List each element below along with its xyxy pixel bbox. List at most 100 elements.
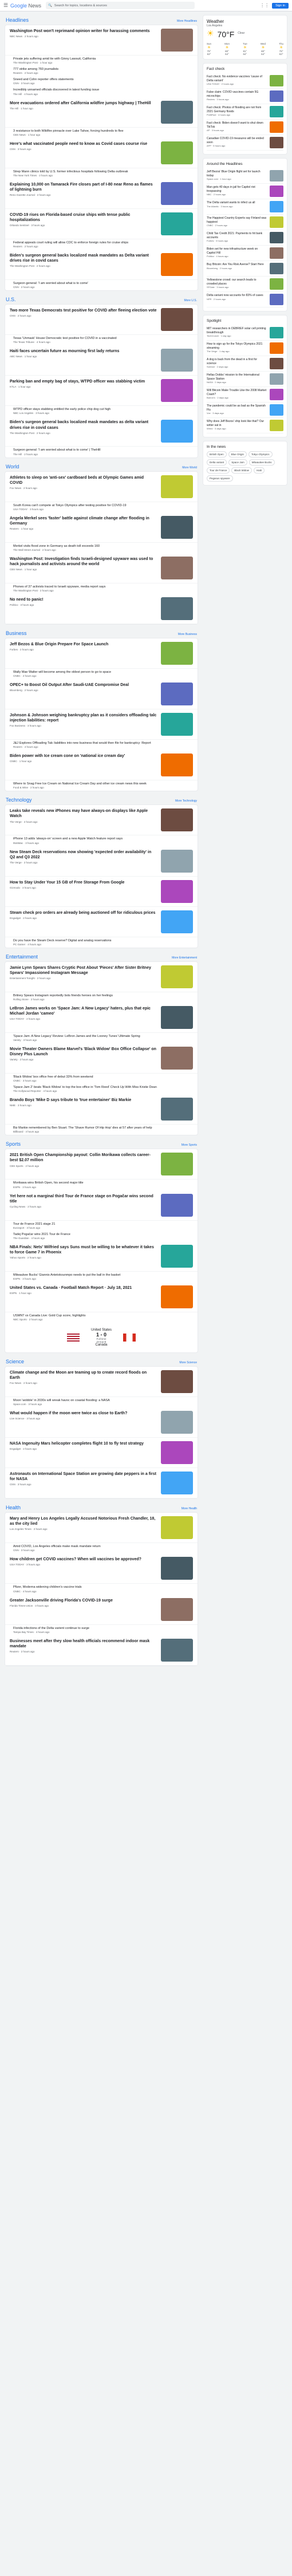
panel-item-thumbnail[interactable] bbox=[270, 278, 283, 290]
story[interactable]: Brando Boyz 'Mike D says tribute to 'tru… bbox=[5, 1094, 198, 1125]
panel-item-thumbnail[interactable] bbox=[270, 263, 283, 274]
story-thumbnail[interactable] bbox=[161, 597, 193, 620]
story-title[interactable]: Businesses meet after they slow health o… bbox=[10, 1639, 157, 1649]
panel-item[interactable]: How to sign up for the Tokyo Olympics 20… bbox=[207, 341, 283, 356]
related-story[interactable]: Biz Markie remembered by Ben Stuart. The… bbox=[5, 1125, 198, 1135]
panel-item-thumbnail[interactable] bbox=[270, 389, 283, 400]
story-title[interactable]: Jamie Lynn Spears Shares Cryptic Post Ab… bbox=[10, 965, 157, 976]
topic-chip[interactable]: British Open bbox=[207, 451, 227, 457]
story-title[interactable]: Parking ban and empty bag of stays, WTPD… bbox=[10, 379, 157, 384]
story[interactable]: Here's what vaccinated people need to kn… bbox=[5, 138, 198, 168]
more-link[interactable]: More Technology bbox=[175, 799, 197, 803]
related-story[interactable]: Do you have the Steam Deck reserve? Digi… bbox=[5, 937, 198, 948]
story[interactable]: No need to panic! Politico · 3 hours ago bbox=[5, 594, 198, 624]
match-score[interactable]: United States 1 - 0 Full time Group B Canada bbox=[5, 1323, 198, 1352]
topic-chip[interactable]: Milwaukee Bucks bbox=[248, 459, 275, 466]
panel-item-title[interactable]: The pandemic could be as bad as the Span… bbox=[207, 404, 266, 412]
story-title[interactable]: Two more Texas Democrats test positive f… bbox=[10, 308, 157, 313]
story[interactable]: Astronauts on International Space Statio… bbox=[5, 1468, 198, 1499]
story[interactable]: Biden power with Ice cream cone on 'nati… bbox=[5, 750, 198, 781]
related-title[interactable]: Incredibly unnamed officials discovered … bbox=[13, 88, 193, 92]
related-title[interactable]: 'Space Jam 2' beats 'Black Widow' to top… bbox=[13, 1086, 193, 1090]
story-thumbnail[interactable] bbox=[161, 1441, 193, 1465]
story-title[interactable]: Biden's surgeon general backs localized … bbox=[10, 253, 157, 263]
section-title[interactable]: Business bbox=[6, 630, 27, 636]
story-title[interactable]: More evacuations ordered after Californi… bbox=[10, 101, 157, 106]
related-story[interactable]: Milwaukee Bucks' Giannis Antetokounmpo n… bbox=[5, 1272, 198, 1282]
related-story[interactable]: Florida infections of the Delta varient … bbox=[5, 1625, 198, 1635]
related-story[interactable]: Federal appeals court ruling will allow … bbox=[5, 239, 198, 250]
story-thumbnail[interactable] bbox=[161, 713, 193, 736]
panel-item[interactable]: Fact check: Biden doesn't want to shut d… bbox=[207, 120, 283, 135]
related-title[interactable]: Milwaukee Bucks' Giannis Antetokounmpo n… bbox=[13, 1273, 193, 1277]
more-link[interactable]: More Health bbox=[181, 1507, 197, 1510]
story-title[interactable]: Jeff Bezos & Blue Origin Prepare For Spa… bbox=[10, 642, 157, 647]
panel-item-thumbnail[interactable] bbox=[270, 121, 283, 133]
story[interactable]: NBA Finals: Nets' Wilfried says Suns mus… bbox=[5, 1241, 198, 1272]
related-story[interactable]: Texas 'Unmask' House Democratic test pos… bbox=[5, 335, 198, 345]
related-story[interactable]: 3 resistance to both Wildfire pinnacle o… bbox=[5, 128, 198, 138]
panel-item-title[interactable]: Fact check: Photos of flooding are not f… bbox=[207, 106, 261, 113]
story-thumbnail[interactable] bbox=[161, 1370, 193, 1394]
story-title[interactable]: LeBron James works on 'Space Jam: A New … bbox=[10, 1006, 157, 1016]
related-story[interactable]: Incredibly unnamed officials discovered … bbox=[5, 86, 198, 97]
related-story[interactable]: Phones of 37 activists traced to Israeli… bbox=[5, 583, 198, 594]
story[interactable]: Greater Jacksonville driving Florida's C… bbox=[5, 1595, 198, 1625]
panel-item-thumbnail[interactable] bbox=[270, 201, 283, 212]
story-thumbnail[interactable] bbox=[161, 349, 193, 372]
panel-item[interactable]: Child Tax Credit 2021: Payments to hit b… bbox=[207, 230, 283, 246]
related-title[interactable]: 'Black Widow' box office free of debut 3… bbox=[13, 1075, 193, 1079]
story[interactable]: Jeff Bezos & Blue Origin Prepare For Spa… bbox=[5, 638, 198, 669]
panel-item-thumbnail[interactable] bbox=[270, 358, 283, 369]
related-title[interactable]: Federal appeals court ruling will allow … bbox=[13, 241, 193, 245]
sign-in-button[interactable]: Sign in bbox=[272, 2, 289, 9]
panel-item[interactable]: Delta variant now accounts for 83% of ca… bbox=[207, 292, 283, 307]
panel-item-title[interactable]: Delta variant now accounts for 83% of ca… bbox=[207, 294, 263, 297]
story[interactable]: NASA Ingenuity Mars helicopter completes… bbox=[5, 1438, 198, 1469]
story[interactable]: Biden's surgeon general backs localized … bbox=[5, 416, 198, 447]
related-title[interactable]: Texas 'Unmask' House Democratic test pos… bbox=[13, 337, 193, 341]
related-title[interactable]: iPhone 13 adds 'always-on' screen and a … bbox=[13, 837, 193, 841]
related-title[interactable]: South Korea can't compete at Tokyo Olymp… bbox=[13, 504, 193, 508]
related-story[interactable]: Amid COVID, Los Angeles officials make m… bbox=[5, 1543, 198, 1553]
panel-item-thumbnail[interactable] bbox=[270, 327, 283, 338]
panel-item[interactable]: Yellowstone crowd: our search leads to c… bbox=[207, 277, 283, 292]
story-title[interactable]: Angela Merkel sees 'faster' battle again… bbox=[10, 516, 157, 526]
panel-item[interactable]: Jeff Bezos' Blue Origin flight set for l… bbox=[207, 168, 283, 184]
story-thumbnail[interactable] bbox=[161, 212, 193, 235]
story-thumbnail[interactable] bbox=[161, 1285, 193, 1308]
story[interactable]: Haiti faces uncertain future as mourning… bbox=[5, 345, 198, 376]
section-title[interactable]: Entertainment bbox=[6, 954, 38, 960]
related-story[interactable]: USMNT vs Canada Live: Gold Cup score, hi… bbox=[5, 1312, 198, 1323]
story[interactable]: More evacuations ordered after Californi… bbox=[5, 97, 198, 128]
panel-item-thumbnail[interactable] bbox=[270, 75, 283, 86]
story-thumbnail[interactable] bbox=[161, 556, 193, 579]
panel-item-thumbnail[interactable] bbox=[270, 216, 283, 228]
story-thumbnail[interactable] bbox=[161, 1244, 193, 1268]
story[interactable]: Leaks take reveals new iPhones may have … bbox=[5, 805, 198, 836]
story[interactable]: Climate change and the Moon are teaming … bbox=[5, 1367, 198, 1398]
story-title[interactable]: Haiti faces uncertain future as mourning… bbox=[10, 349, 157, 354]
related-title[interactable]: Biz Markie remembered by Ben Stuart. The… bbox=[13, 1126, 193, 1130]
panel-item[interactable]: The Happiest Country Experts say Finland… bbox=[207, 215, 283, 230]
story-thumbnail[interactable] bbox=[161, 1098, 193, 1121]
panel-item-title[interactable]: Yellowstone crowd: our search leads to c… bbox=[207, 278, 257, 286]
related-title[interactable]: Sneed and Cohn reporter offers statement… bbox=[13, 78, 193, 82]
related-story[interactable]: Where to Snag Free Ice Cream on National… bbox=[5, 780, 198, 791]
story[interactable]: Movie Theater Owners Blame Marvel's 'Bla… bbox=[5, 1043, 198, 1074]
story-thumbnail[interactable] bbox=[161, 1411, 193, 1434]
panel-item[interactable]: The pandemic could be as bad as the Span… bbox=[207, 403, 283, 418]
story-title[interactable]: How to Stay Under Your 15 GB of Free Sto… bbox=[10, 880, 157, 885]
topic-chip[interactable]: Black Widow bbox=[231, 467, 252, 474]
topic-chip[interactable]: Tokyo Olympics bbox=[248, 451, 273, 457]
panel-item[interactable]: Hellas Dobbs' mission to the Internation… bbox=[207, 372, 283, 387]
panel-item-title[interactable]: False claim: COVID vaccines contain 5G m… bbox=[207, 90, 258, 98]
panel-item-title[interactable]: Why does Jeff Bezos' ship look like that… bbox=[207, 420, 264, 427]
related-title[interactable]: Moon 'wobble' in 2030s will wreak havoc … bbox=[13, 1399, 193, 1403]
story-thumbnail[interactable] bbox=[161, 1516, 193, 1540]
story-thumbnail[interactable] bbox=[161, 879, 193, 903]
related-title[interactable]: 'Space Jam: A New Legacy' Review: LeBron… bbox=[13, 1035, 193, 1039]
related-story[interactable]: 'Space Jam: A New Legacy' Review: LeBron… bbox=[5, 1033, 198, 1043]
panel-item-title[interactable]: Biden set for new infrastructure week on… bbox=[207, 247, 258, 255]
story-title[interactable]: Brando Boyz 'Mike D says tribute to 'tru… bbox=[10, 1098, 157, 1103]
